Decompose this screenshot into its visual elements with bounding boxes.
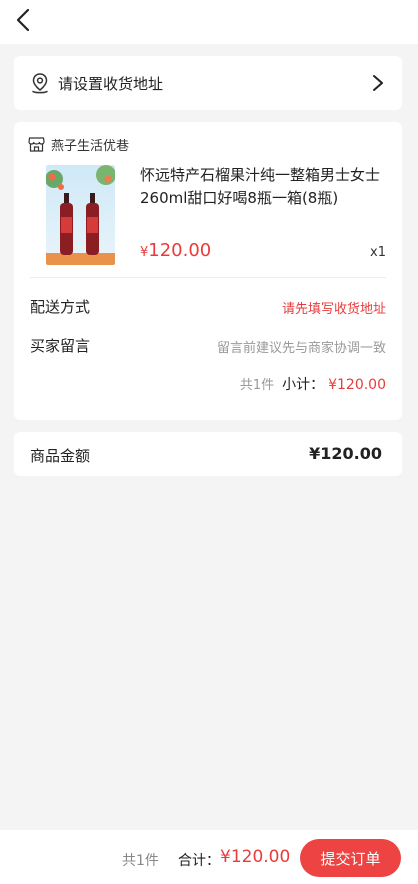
- back-button[interactable]: [10, 6, 36, 34]
- subtotal-label: 小计：: [282, 377, 325, 393]
- chevron-right-icon: [373, 75, 383, 91]
- address-selector[interactable]: 请设置收货地址: [14, 56, 402, 110]
- product-quantity: x1: [370, 245, 386, 260]
- buyer-message-label: 买家留言: [30, 337, 91, 355]
- buyer-message-input[interactable]: 留言前建议先与商家协调一致: [217, 337, 386, 356]
- subtotal-row: 共1件 小计： ¥120.00: [240, 374, 386, 394]
- footer-total-label: 合计：: [178, 853, 220, 869]
- product-title[interactable]: 怀远特产石榴果汁纯一整箱男士女士260ml甜口好喝8瓶一箱(8瓶): [140, 164, 390, 210]
- goods-amount-value: ¥120.00: [309, 444, 382, 463]
- top-navigation-bar: [0, 0, 418, 44]
- order-card: 燕子生活优巷 怀远特产石榴果汁纯一整箱男士女士260ml甜口好喝8瓶一箱(8瓶)…: [14, 122, 402, 420]
- footer-item-count: 共1件: [122, 853, 159, 869]
- storefront-icon: [28, 137, 45, 152]
- footer-total-amount: ¥120.00: [220, 847, 291, 867]
- goods-amount-label: 商品金额: [30, 447, 91, 465]
- shop-header[interactable]: 燕子生活优巷: [28, 135, 129, 154]
- subtotal-amount: ¥120.00: [328, 377, 386, 393]
- divider: [30, 277, 386, 278]
- item-count: 共1件: [239, 378, 275, 393]
- chevron-left-icon: [16, 8, 30, 32]
- delivery-method-label: 配送方式: [30, 298, 91, 316]
- goods-amount-card: 商品金额 ¥120.00: [14, 432, 402, 476]
- shop-name: 燕子生活优巷: [51, 139, 130, 154]
- location-pin-icon: [32, 73, 48, 94]
- submit-order-button[interactable]: 提交订单: [300, 839, 401, 877]
- price-value: 120.00: [148, 240, 212, 261]
- product-image[interactable]: [46, 165, 115, 265]
- address-placeholder-text: 请设置收货地址: [58, 75, 164, 93]
- checkout-bar: 共1件 合计： ¥120.00 提交订单: [0, 830, 418, 884]
- product-price: ¥120.00: [140, 240, 211, 261]
- delivery-method-value[interactable]: 请先填写收货地址: [282, 298, 386, 317]
